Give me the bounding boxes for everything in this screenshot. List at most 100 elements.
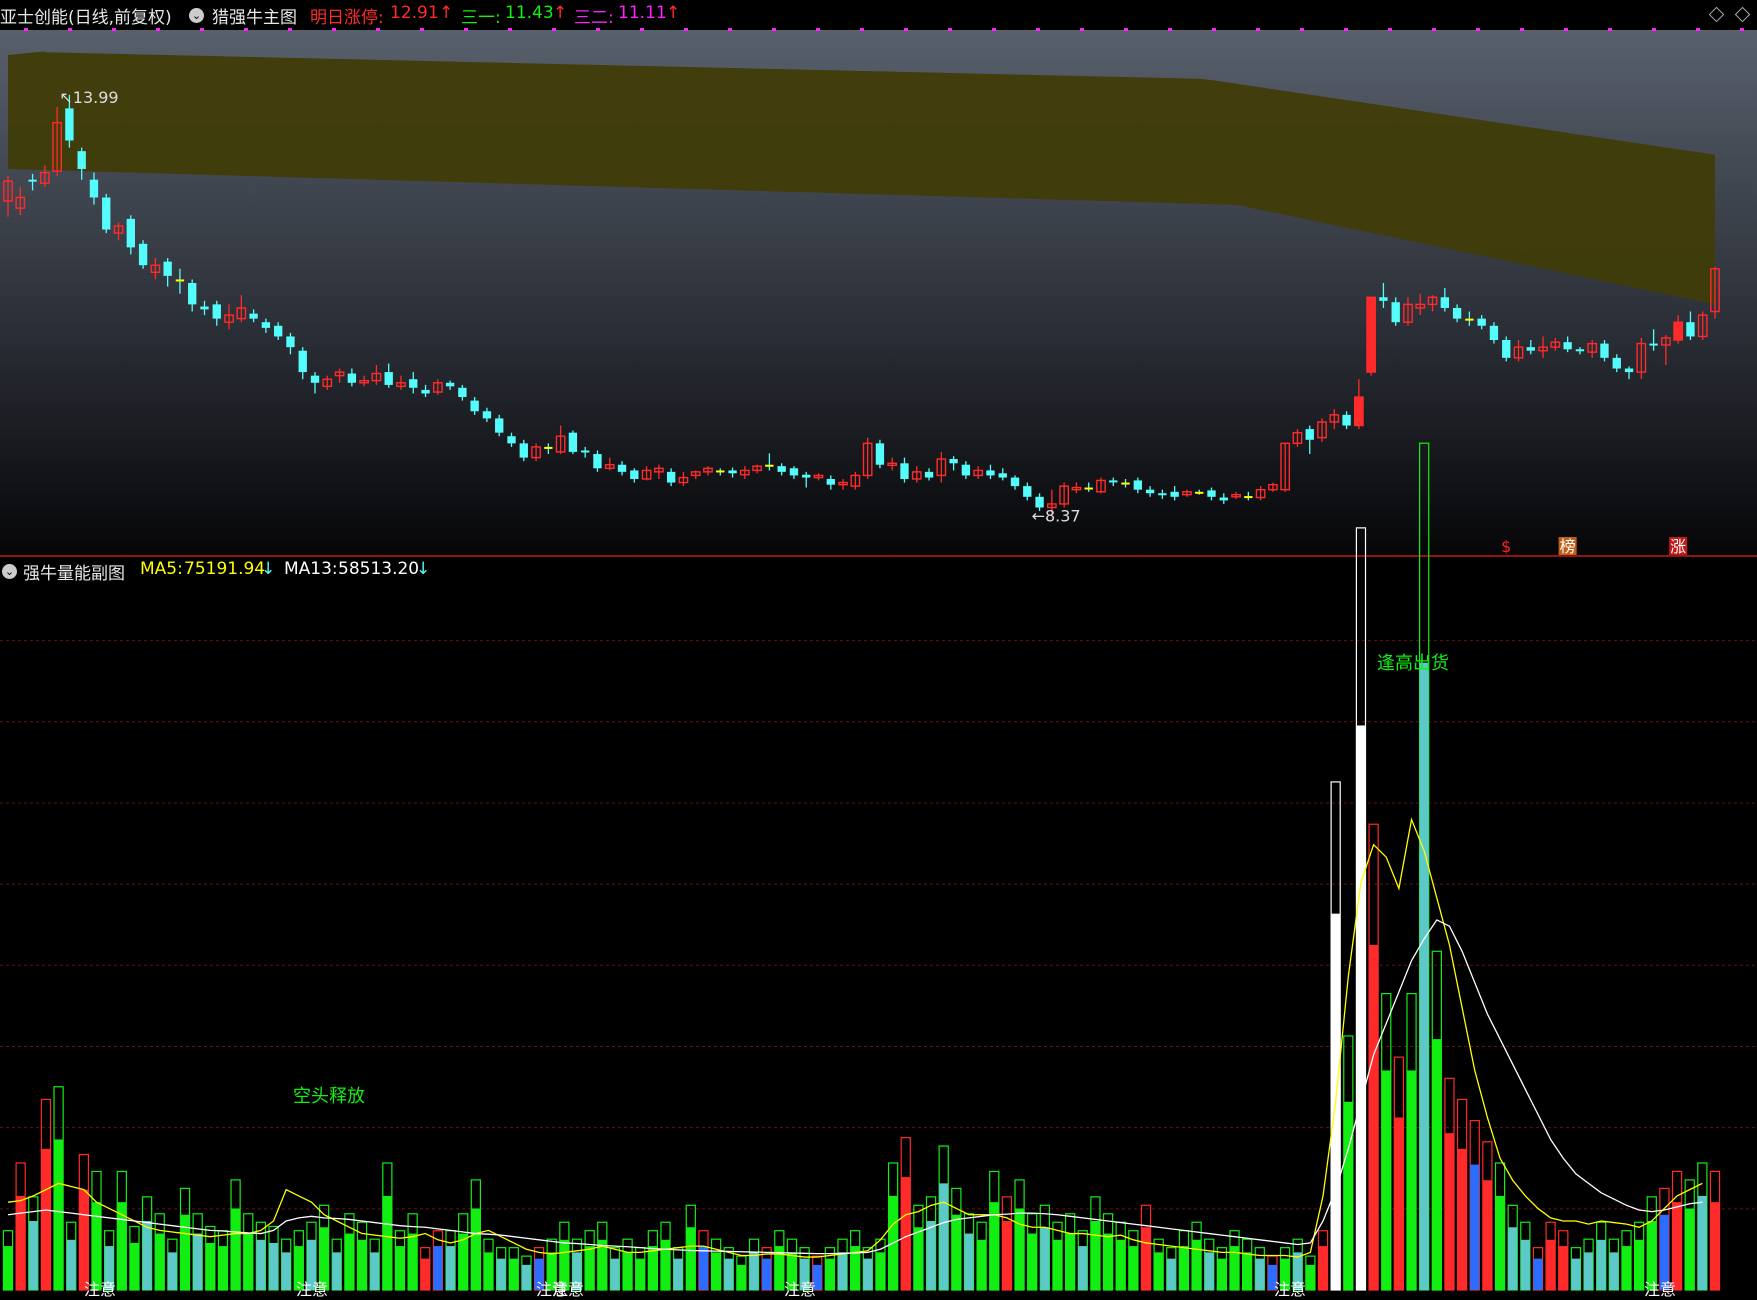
volume-bar (521, 1264, 531, 1290)
volume-bar (875, 1252, 886, 1290)
candle-body (421, 389, 430, 394)
volume-bar (951, 1214, 961, 1290)
top-marker (1652, 28, 1656, 31)
candle-body (1624, 368, 1634, 373)
candle-body (1219, 497, 1228, 501)
top-marker (1212, 28, 1216, 31)
candle-body (200, 306, 209, 310)
top-marker (464, 28, 468, 31)
volume-bar (660, 1239, 671, 1290)
volume-bar (736, 1264, 746, 1290)
top-marker (1124, 28, 1128, 31)
candle-body (630, 470, 639, 479)
limit-up-candle (1673, 322, 1683, 341)
candle-body (949, 459, 958, 464)
top-marker (1520, 28, 1524, 31)
top-marker (1080, 28, 1084, 31)
candle-body (544, 446, 553, 449)
candle-body (777, 466, 786, 472)
candle-body (593, 454, 602, 469)
candle-body (1023, 486, 1032, 497)
volume-bar (623, 1252, 633, 1290)
limit-up-candle (1366, 297, 1376, 373)
candle-body (1121, 482, 1130, 485)
volume-bar (926, 1221, 936, 1290)
volume-bar (1255, 1258, 1265, 1290)
candle-body (138, 243, 148, 266)
top-marker (420, 28, 424, 31)
top-marker (1300, 28, 1304, 31)
top-marker (24, 28, 28, 31)
top-marker (68, 28, 72, 31)
volume-bar (28, 1221, 38, 1290)
volume-bar (382, 1195, 392, 1290)
candle-body (310, 375, 320, 383)
volume-bar (3, 1246, 13, 1290)
volume-bar (913, 1227, 923, 1290)
volume-bar (509, 1258, 519, 1290)
volume-bar (155, 1233, 165, 1290)
candle-body (1305, 429, 1314, 440)
candle-body (1379, 297, 1388, 301)
top-marker (728, 28, 732, 31)
volume-bar (1078, 1246, 1088, 1290)
volume-bar (749, 1252, 759, 1290)
candle-body (482, 411, 492, 419)
volume-bar (648, 1246, 658, 1290)
volume-bar (332, 1252, 342, 1290)
volume-bar (268, 1242, 279, 1290)
top-marker (772, 28, 776, 31)
candle-body (273, 325, 283, 337)
volume-bar (1356, 725, 1366, 1290)
volume-bar (1685, 1208, 1695, 1290)
volume-bar (1621, 1246, 1632, 1290)
volume-bar (129, 1242, 139, 1290)
chart-canvas[interactable]: ↖13.99←8.37$榜涨财空头释放逢高出货注意注意注意注意注意注意注意 (0, 0, 1757, 1300)
attention-label: 注意 (784, 1280, 816, 1299)
volume-bar (483, 1252, 494, 1290)
top-marker (1036, 28, 1040, 31)
volume-bar (673, 1258, 683, 1290)
event-marker-label: 榜 (1560, 537, 1576, 556)
volume-bar (1040, 1227, 1050, 1290)
volume-bar (1710, 1202, 1720, 1290)
candle-body (28, 179, 37, 182)
volume-bar (142, 1221, 152, 1290)
candle-body (1489, 325, 1499, 341)
volume-bar (344, 1233, 354, 1290)
top-marker (860, 28, 864, 31)
volume-bar (1406, 1070, 1417, 1290)
top-marker (640, 28, 644, 31)
volume-bar (1052, 1239, 1063, 1290)
volume-bar (901, 1177, 911, 1290)
volume-bar (281, 1252, 291, 1290)
top-marker (1740, 28, 1744, 31)
volume-bar (711, 1252, 721, 1290)
candle-body (765, 464, 774, 467)
volume-bar (1002, 1221, 1012, 1290)
top-marker (244, 28, 248, 31)
volume-bar (837, 1252, 848, 1290)
volume-bar (205, 1242, 215, 1290)
candle-body (1452, 307, 1462, 319)
candle-body (961, 464, 971, 476)
candle-body (1477, 318, 1486, 326)
volume-bar (231, 1208, 241, 1290)
top-marker (992, 28, 996, 31)
limit-up-candle (1354, 397, 1364, 426)
volume-bar (256, 1239, 266, 1290)
volume-bar (1495, 1195, 1505, 1290)
candle-body (1084, 487, 1093, 490)
volume-bar (66, 1239, 76, 1290)
volume-bar (1558, 1246, 1568, 1290)
volume-bar (243, 1233, 253, 1290)
candle-body (1465, 318, 1474, 321)
candle-body (1109, 480, 1118, 483)
top-marker (508, 28, 512, 31)
candle-body (1244, 496, 1253, 499)
volume-bar (1369, 945, 1379, 1290)
candle-body (1440, 297, 1450, 308)
volume-bar (1546, 1239, 1556, 1290)
volume-bar (724, 1258, 734, 1290)
volume-bar (1242, 1252, 1252, 1290)
